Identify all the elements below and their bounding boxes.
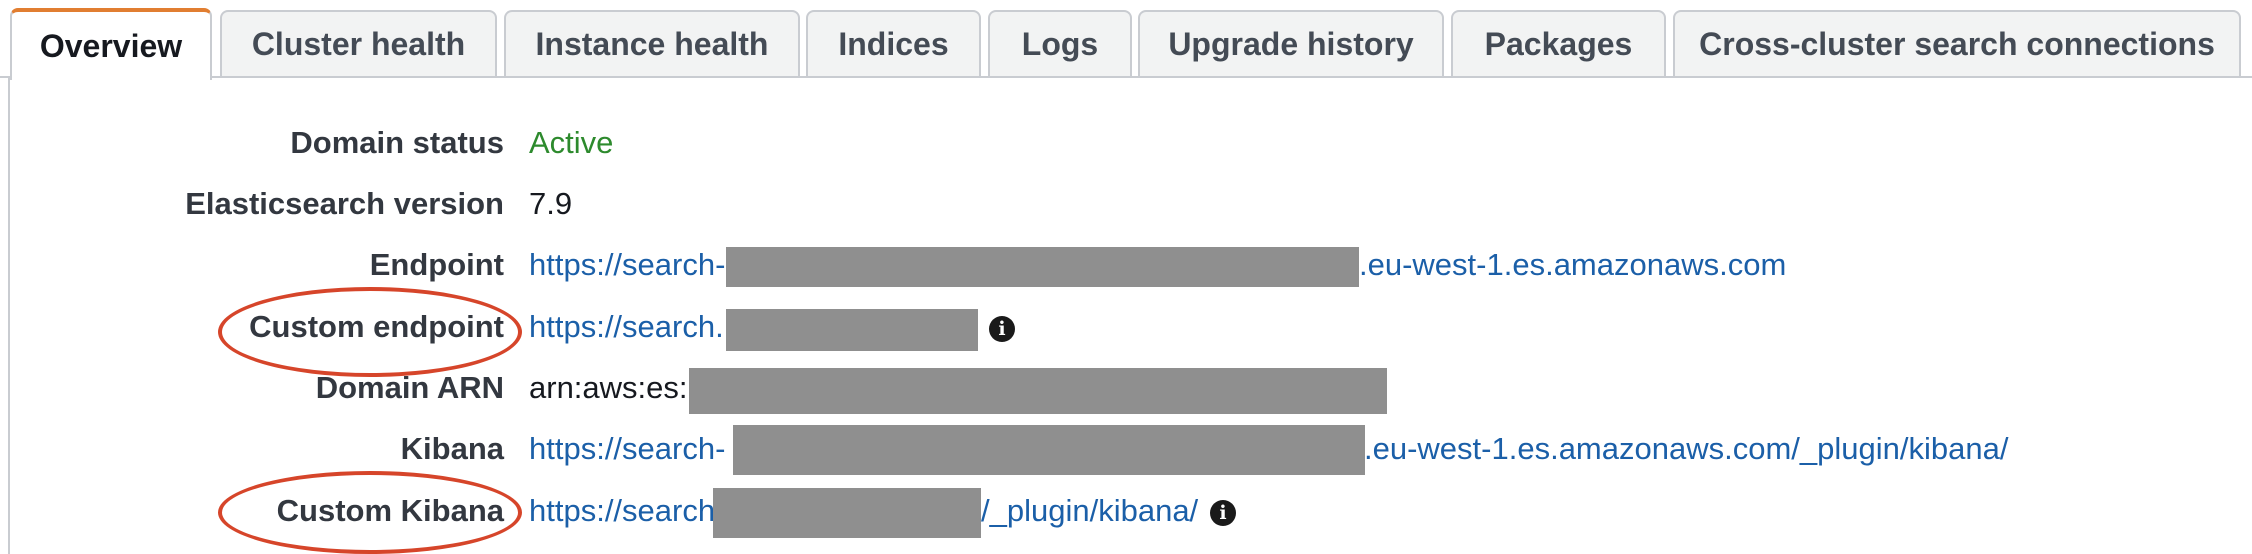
custom-kibana-link-prefix[interactable]: https://search: [529, 493, 715, 528]
tab-upgrade-history[interactable]: Upgrade history: [1138, 10, 1444, 76]
tab-label: Upgrade history: [1168, 25, 1414, 62]
redacted-block: [726, 309, 978, 351]
row-custom-endpoint: Custom endpoint https://search. i: [10, 299, 2252, 355]
tab-label: Overview: [39, 27, 183, 64]
custom-endpoint-label: Custom endpoint: [249, 309, 504, 344]
tab-label: Instance health: [535, 25, 769, 62]
tab-label: Packages: [1484, 25, 1633, 62]
domain-status-value: Active: [529, 125, 614, 160]
info-icon[interactable]: i: [989, 316, 1015, 342]
es-version-value: 7.9: [529, 186, 573, 221]
endpoint-link-suffix[interactable]: .eu-west-1.es.amazonaws.com: [1359, 247, 1786, 282]
domain-status-label: Domain status: [290, 125, 504, 160]
tab-label: Indices: [838, 25, 949, 62]
custom-kibana-link-suffix[interactable]: /_plugin/kibana/: [981, 493, 1198, 528]
domain-arn-value: arn:aws:es:: [529, 370, 688, 405]
row-domain-arn: Domain ARN arn:aws:es:: [10, 360, 2252, 416]
custom-kibana-label: Custom Kibana: [276, 493, 504, 528]
custom-kibana-value: https://search: [529, 483, 715, 539]
info-icon[interactable]: i: [1210, 500, 1236, 526]
kibana-label: Kibana: [400, 431, 504, 466]
tab-label: Logs: [1021, 25, 1099, 62]
endpoint-label: Endpoint: [369, 247, 504, 282]
endpoint-link-prefix[interactable]: https://search-: [529, 247, 725, 282]
row-domain-status: Domain status Active: [10, 115, 2252, 171]
row-custom-kibana: Custom Kibana https://search /_plugin/ki…: [10, 483, 2252, 539]
kibana-value: https://search-: [529, 421, 725, 477]
tab-indices[interactable]: Indices: [806, 10, 981, 76]
es-version-label: Elasticsearch version: [185, 186, 504, 221]
overview-panel: Domain status Active Elasticsearch versi…: [8, 78, 2252, 554]
kibana-link-suffix[interactable]: .eu-west-1.es.amazonaws.com/_plugin/kiba…: [1364, 431, 2008, 466]
row-es-version: Elasticsearch version 7.9: [10, 176, 2252, 232]
domain-arn-label: Domain ARN: [315, 370, 504, 405]
tab-cluster-health[interactable]: Cluster health: [220, 10, 497, 76]
tab-bar: Overview Cluster health Instance health …: [0, 0, 2252, 80]
redacted-block: [689, 368, 1387, 414]
tab-overview[interactable]: Overview: [10, 8, 212, 80]
kibana-value-suffix: .eu-west-1.es.amazonaws.com/_plugin/kiba…: [1364, 421, 2008, 477]
row-kibana: Kibana https://search- .eu-west-1.es.ama…: [10, 421, 2252, 477]
redacted-block: [713, 488, 981, 538]
redacted-block: [726, 247, 1359, 287]
tab-instance-health[interactable]: Instance health: [504, 10, 800, 76]
custom-endpoint-value: https://search.: [529, 299, 724, 355]
kibana-link-prefix[interactable]: https://search-: [529, 431, 725, 466]
row-endpoint: Endpoint https://search- .eu-west-1.es.a…: [10, 237, 2252, 293]
endpoint-value: https://search-: [529, 237, 725, 293]
tab-label: Cluster health: [251, 25, 466, 62]
endpoint-value-suffix: .eu-west-1.es.amazonaws.com: [1359, 237, 1786, 293]
tab-logs[interactable]: Logs: [988, 10, 1132, 76]
redacted-block: [733, 425, 1365, 475]
tab-cross-cluster-search-connections[interactable]: Cross-cluster search connections: [1673, 10, 2241, 76]
tab-label: Cross-cluster search connections: [1699, 25, 2215, 62]
custom-endpoint-link[interactable]: https://search.: [529, 309, 724, 344]
tab-packages[interactable]: Packages: [1451, 10, 1666, 76]
custom-kibana-value-suffix: /_plugin/kibana/: [981, 483, 1198, 539]
